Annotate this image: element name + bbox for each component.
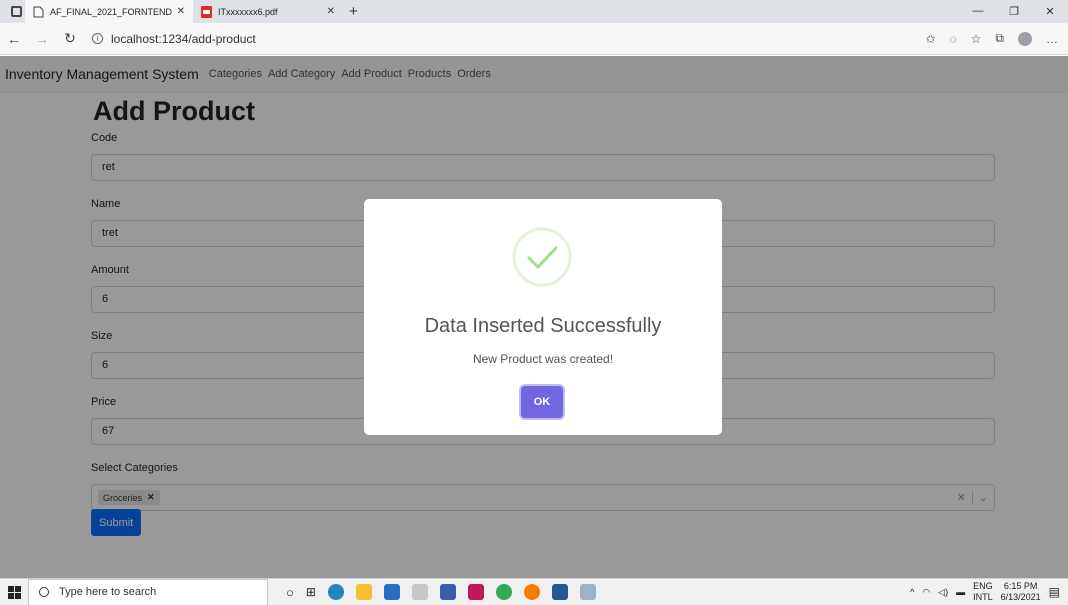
- url-field[interactable]: i localhost:1234/add-product: [92, 32, 256, 46]
- tab-active[interactable]: AF_FINAL_2021_FORNTEND ✕: [25, 0, 193, 23]
- store-icon[interactable]: [383, 584, 400, 600]
- app-icon[interactable]: [579, 584, 596, 600]
- back-icon[interactable]: ←: [0, 31, 28, 47]
- address-bar: ← → ↻ i localhost:1234/add-product ✩ ◌ ☆…: [0, 23, 1068, 55]
- close-window-icon[interactable]: ✕: [1032, 5, 1068, 18]
- window-controls: — ❐ ✕: [960, 5, 1068, 18]
- snipping-icon[interactable]: [411, 584, 428, 600]
- favorites-icon[interactable]: ☆: [971, 32, 982, 46]
- taskbar-search[interactable]: Type here to search: [28, 578, 268, 605]
- browser-tab-bar: AF_FINAL_2021_FORNTEND ✕ ITxxxxxxx6.pdf …: [0, 0, 1068, 23]
- word-icon[interactable]: [551, 584, 568, 600]
- windows-taskbar: Type here to search ○ ⊞ ^ ◠ ◁) ▬ ENG INT…: [0, 578, 1068, 605]
- taskbar-apps: ○ ⊞: [286, 584, 596, 600]
- task-view-icon[interactable]: ⊞: [306, 585, 316, 599]
- lang-bottom: INTL: [973, 592, 993, 602]
- success-modal: Data Inserted Successfully New Product w…: [364, 199, 722, 435]
- refresh-icon[interactable]: ↻: [56, 30, 84, 47]
- tab-title: AF_FINAL_2021_FORNTEND: [50, 6, 173, 17]
- restore-icon[interactable]: ❐: [996, 5, 1032, 18]
- search-placeholder: Type here to search: [59, 586, 157, 598]
- edge-icon[interactable]: [327, 584, 344, 600]
- page-content: Inventory Management System Categories A…: [0, 56, 1068, 578]
- tab-inactive[interactable]: ITxxxxxxx6.pdf ✕: [193, 0, 343, 23]
- tab-title: ITxxxxxxx6.pdf: [218, 6, 278, 17]
- clock-time: 6:15 PM: [1003, 581, 1038, 591]
- page-icon: [33, 6, 44, 17]
- info-icon[interactable]: i: [92, 33, 103, 44]
- language-indicator[interactable]: ENG INTL: [973, 581, 993, 603]
- new-tab-button[interactable]: +: [349, 3, 358, 20]
- forward-icon[interactable]: →: [28, 31, 56, 47]
- chevron-up-icon[interactable]: ^: [910, 587, 914, 597]
- collections-icon[interactable]: ⧉: [995, 31, 1004, 46]
- ok-button[interactable]: OK: [521, 386, 563, 418]
- app-icon[interactable]: [439, 584, 456, 600]
- minimize-icon[interactable]: —: [960, 5, 996, 18]
- modal-text: New Product was created!: [472, 352, 614, 366]
- tab-actions-icon[interactable]: [7, 3, 25, 21]
- modal-title: Data Inserted Successfully: [424, 315, 662, 337]
- windows-start-icon[interactable]: [0, 585, 28, 599]
- battery-icon[interactable]: ▬: [956, 587, 965, 597]
- clock[interactable]: 6:15 PM 6/13/2021: [1001, 581, 1041, 603]
- file-explorer-icon[interactable]: [355, 584, 372, 600]
- close-tab-icon[interactable]: ✕: [177, 6, 185, 17]
- pdf-icon: [201, 5, 212, 18]
- notifications-icon[interactable]: ▤: [1049, 585, 1060, 599]
- chrome-icon[interactable]: [495, 584, 512, 600]
- lang-top: ENG: [973, 581, 993, 591]
- read-aloud-icon[interactable]: ✩: [925, 32, 935, 46]
- app-icon[interactable]: [523, 584, 540, 600]
- app-icon[interactable]: [467, 584, 484, 600]
- success-check-icon: [512, 227, 572, 287]
- url-text: localhost:1234/add-product: [111, 31, 256, 46]
- close-tab-icon[interactable]: ✕: [327, 6, 335, 17]
- cortana-icon[interactable]: ○: [286, 585, 294, 600]
- system-tray: ^ ◠ ◁) ▬ ENG INTL 6:15 PM 6/13/2021 ▤: [910, 581, 1068, 603]
- search-icon: [39, 587, 49, 597]
- network-icon[interactable]: ◠: [922, 587, 930, 598]
- clock-date: 6/13/2021: [1000, 592, 1041, 602]
- extension-icon[interactable]: ◌: [950, 32, 957, 46]
- profile-avatar[interactable]: [1018, 31, 1032, 46]
- toolbar-icons: ✩ ◌ ☆ ⧉ …: [925, 31, 1068, 46]
- volume-icon[interactable]: ◁): [938, 587, 948, 598]
- more-menu-icon[interactable]: …: [1046, 32, 1058, 46]
